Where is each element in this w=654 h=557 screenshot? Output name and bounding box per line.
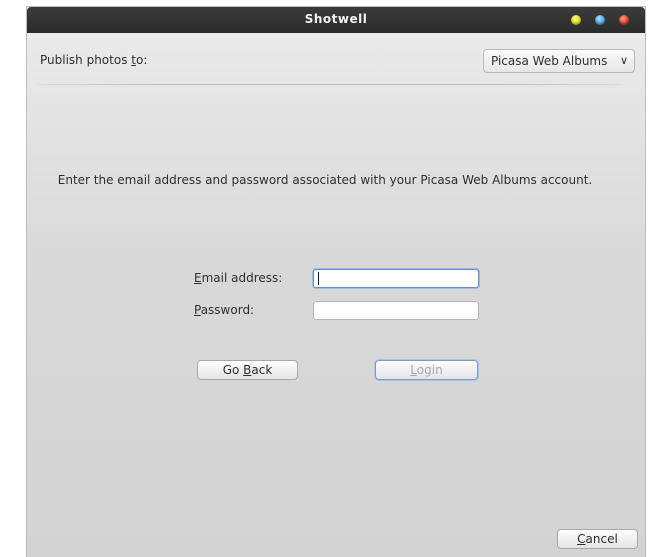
- publish-dialog: Shotwell Publish photos to: Picasa Web A…: [27, 7, 645, 557]
- maximize-button[interactable]: [595, 15, 605, 25]
- password-label-text: assword:: [200, 303, 255, 317]
- cancel-button[interactable]: Cancel: [557, 529, 638, 549]
- publish-label-prefix: Publish photos: [40, 53, 132, 67]
- instruction-text: Enter the email address and password ass…: [57, 173, 593, 187]
- separator: [37, 84, 620, 85]
- login-button[interactable]: Login: [375, 360, 478, 380]
- password-field[interactable]: [313, 301, 479, 320]
- title-bar[interactable]: Shotwell: [27, 7, 645, 33]
- close-button[interactable]: [619, 15, 629, 25]
- login-label: ogin: [416, 363, 443, 377]
- email-field[interactable]: [313, 269, 479, 288]
- email-label-text: mail address:: [201, 271, 283, 285]
- go-back-label-suffix: ack: [251, 363, 273, 377]
- publish-to-label: Publish photos to:: [40, 53, 147, 67]
- window-title: Shotwell: [304, 12, 368, 26]
- text-cursor: [318, 272, 319, 285]
- go-back-button[interactable]: Go Back: [197, 360, 298, 380]
- password-label: Password:: [194, 303, 254, 317]
- service-dropdown-value: Picasa Web Albums: [491, 54, 608, 68]
- password-label-access-key: P: [194, 303, 201, 317]
- publish-label-suffix: o:: [135, 53, 148, 67]
- email-label: Email address:: [194, 271, 282, 285]
- chevron-down-icon: ∨: [619, 54, 628, 67]
- email-label-access-key: E: [194, 271, 202, 285]
- minimize-button[interactable]: [571, 15, 581, 25]
- service-dropdown[interactable]: Picasa Web Albums ∨: [483, 49, 635, 73]
- cancel-access-key: C: [577, 532, 586, 546]
- cancel-label: ancel: [585, 532, 618, 546]
- go-back-label-prefix: Go: [222, 363, 244, 377]
